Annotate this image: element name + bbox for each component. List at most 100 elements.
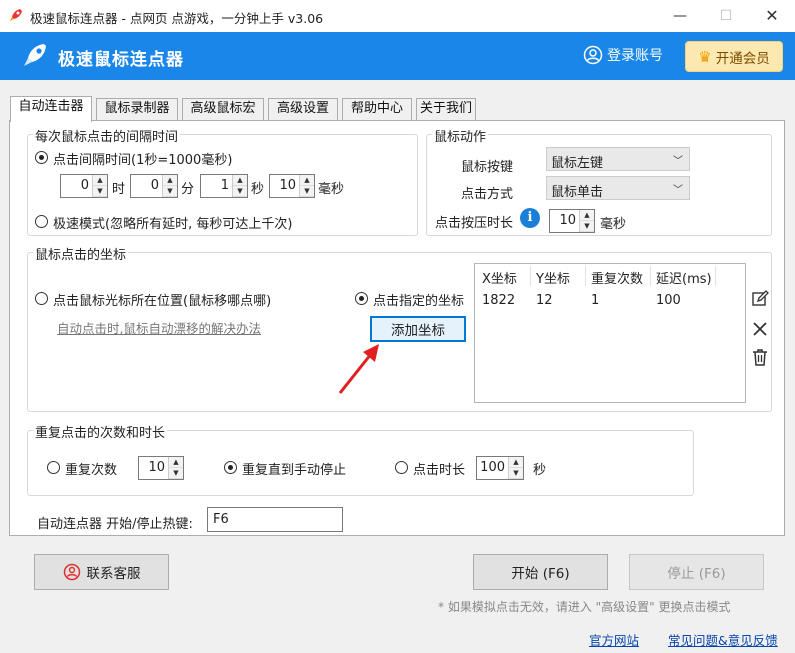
mouse-button-label: 鼠标按键 <box>461 160 514 175</box>
spin-down-icon[interactable]: ▼ <box>509 468 523 479</box>
repeat-until-stop-radio[interactable] <box>224 461 237 474</box>
click-duration-value: 100 <box>480 460 505 475</box>
contact-support-button[interactable]: 联系客服 <box>34 554 169 590</box>
official-site-link[interactable]: 官方网站 <box>589 630 639 649</box>
start-button[interactable]: 开始 (F6) <box>473 554 608 590</box>
rocket-logo-icon <box>24 44 46 66</box>
click-duration-spinner[interactable]: 100 ▲ ▼ <box>476 456 524 480</box>
interval-time-radio[interactable] <box>35 151 48 164</box>
tab-auto-clicker[interactable]: 自动连击器 <box>10 96 92 122</box>
minutes-spinner[interactable]: 0 ▲ ▼ <box>130 174 178 198</box>
add-coords-button[interactable]: 添加坐标 <box>370 316 466 342</box>
stop-button[interactable]: 停止 (F6) <box>629 554 764 590</box>
spin-down-icon[interactable]: ▼ <box>300 186 314 197</box>
maximize-icon[interactable]: ☐ <box>703 0 749 32</box>
cursor-position-label: 点击鼠标光标所在位置(鼠标移哪点哪) <box>53 294 272 309</box>
col-header-y[interactable]: Y坐标 <box>536 268 570 287</box>
click-method-select[interactable]: 鼠标单击 ﹀ <box>546 176 690 200</box>
spin-up-icon[interactable]: ▲ <box>509 457 523 468</box>
turbo-mode-radio[interactable] <box>35 215 48 228</box>
coords-table[interactable]: X坐标 Y坐标 重复次数 延迟(ms) 1822 12 1 100 <box>474 263 746 403</box>
specified-coords-label: 点击指定的坐标 <box>373 294 465 309</box>
click-duration-radio[interactable] <box>395 461 408 474</box>
specified-coords-radio[interactable] <box>355 292 368 305</box>
spin-down-icon[interactable]: ▼ <box>233 186 247 197</box>
ms-value: 10 <box>279 178 296 193</box>
edit-icon[interactable] <box>751 290 769 308</box>
tab-help-center[interactable]: 帮助中心 <box>342 98 412 120</box>
cell-x[interactable]: 1822 <box>482 293 515 308</box>
chevron-down-icon: ﹀ <box>673 185 683 196</box>
turbo-mode-label: 极速模式(忽略所有延时, 每秒可达上千次) <box>53 217 293 232</box>
col-header-repeat[interactable]: 重复次数 <box>591 268 643 287</box>
title-bar: 极速鼠标连点器 - 点网页 点游戏，一分钟上手 v3.06 — ☐ ✕ <box>0 0 795 32</box>
user-icon <box>583 45 603 65</box>
window-title: 极速鼠标连点器 - 点网页 点游戏，一分钟上手 v3.06 <box>30 11 324 26</box>
tab-advanced-settings[interactable]: 高级设置 <box>268 98 338 120</box>
mouse-button-value: 鼠标左键 <box>551 156 604 171</box>
spin-down-icon[interactable]: ▼ <box>93 186 107 197</box>
seconds-unit: 秒 <box>251 182 265 197</box>
seconds-spinner[interactable]: 1 ▲ ▼ <box>200 174 248 198</box>
login-button[interactable]: 登录账号 <box>583 45 663 65</box>
repeat-group-label: 重复点击的次数和时长 <box>33 422 168 441</box>
repeat-count-spinner[interactable]: 10 ▲ ▼ <box>138 456 184 480</box>
ms-spinner[interactable]: 10 ▲ ▼ <box>269 174 315 198</box>
click-method-label: 点击方式 <box>461 187 514 202</box>
spin-up-icon[interactable]: ▲ <box>233 175 247 186</box>
repeat-until-stop-label: 重复直到手动停止 <box>242 463 347 478</box>
press-duration-value: 10 <box>559 213 576 228</box>
hotkey-input[interactable]: F6 <box>207 507 343 532</box>
repeat-count-radio[interactable] <box>47 461 60 474</box>
mouse-button-select[interactable]: 鼠标左键 ﹀ <box>546 147 690 171</box>
rocket-app-icon <box>10 9 22 21</box>
click-method-value: 鼠标单击 <box>551 185 604 200</box>
vip-button[interactable]: ♛ 开通会员 <box>685 41 783 72</box>
hours-spinner[interactable]: 0 ▲ ▼ <box>60 174 108 198</box>
vip-label: 开通会员 <box>715 50 770 67</box>
spin-up-icon[interactable]: ▲ <box>93 175 107 186</box>
press-duration-label: 点击按压时长 <box>435 216 514 231</box>
tab-advanced-macro[interactable]: 高级鼠标宏 <box>182 98 264 120</box>
delete-x-icon[interactable] <box>751 320 769 338</box>
minimize-icon[interactable]: — <box>657 0 703 32</box>
cell-y[interactable]: 12 <box>536 293 553 308</box>
spin-up-icon[interactable]: ▲ <box>163 175 177 186</box>
minutes-value: 0 <box>150 178 159 193</box>
trash-icon[interactable] <box>751 348 769 366</box>
seconds-value: 1 <box>220 178 229 193</box>
ms-unit: 毫秒 <box>318 182 345 197</box>
cell-delay[interactable]: 100 <box>656 293 681 308</box>
spin-up-icon[interactable]: ▲ <box>169 457 183 468</box>
spin-down-icon[interactable]: ▼ <box>580 221 594 232</box>
tab-about-us[interactable]: 关于我们 <box>416 98 476 120</box>
login-label: 登录账号 <box>607 48 663 64</box>
coords-group-label: 鼠标点击的坐标 <box>33 244 129 263</box>
minutes-unit: 分 <box>181 182 195 197</box>
spin-up-icon[interactable]: ▲ <box>580 210 594 221</box>
support-icon <box>63 563 80 581</box>
contact-support-label: 联系客服 <box>86 566 141 582</box>
drift-fix-link[interactable]: 自动点击时,鼠标自动漂移的解决办法 <box>57 318 261 337</box>
click-duration-label: 点击时长 <box>413 463 466 478</box>
spin-down-icon[interactable]: ▼ <box>169 468 183 479</box>
faq-feedback-link[interactable]: 常见问题&意见反馈 <box>668 630 778 649</box>
crown-icon: ♛ <box>698 47 712 66</box>
press-duration-unit: 毫秒 <box>600 217 627 232</box>
cell-repeat[interactable]: 1 <box>591 293 599 308</box>
close-icon[interactable]: ✕ <box>749 0 795 32</box>
action-group-label: 鼠标动作 <box>432 126 489 145</box>
cursor-position-radio[interactable] <box>35 292 48 305</box>
press-duration-spinner[interactable]: 10 ▲ ▼ <box>549 209 595 233</box>
click-duration-unit: 秒 <box>533 463 547 478</box>
repeat-count-value: 10 <box>148 460 165 475</box>
col-header-delay[interactable]: 延迟(ms) <box>656 268 712 287</box>
brand-name: 极速鼠标连点器 <box>58 50 184 70</box>
spin-up-icon[interactable]: ▲ <box>300 175 314 186</box>
info-icon[interactable]: i <box>520 208 540 228</box>
tab-mouse-recorder[interactable]: 鼠标录制器 <box>96 98 178 120</box>
hours-value: 0 <box>80 178 89 193</box>
app-header: 极速鼠标连点器 登录账号 ♛ 开通会员 <box>0 32 795 80</box>
col-header-x[interactable]: X坐标 <box>482 268 517 287</box>
spin-down-icon[interactable]: ▼ <box>163 186 177 197</box>
